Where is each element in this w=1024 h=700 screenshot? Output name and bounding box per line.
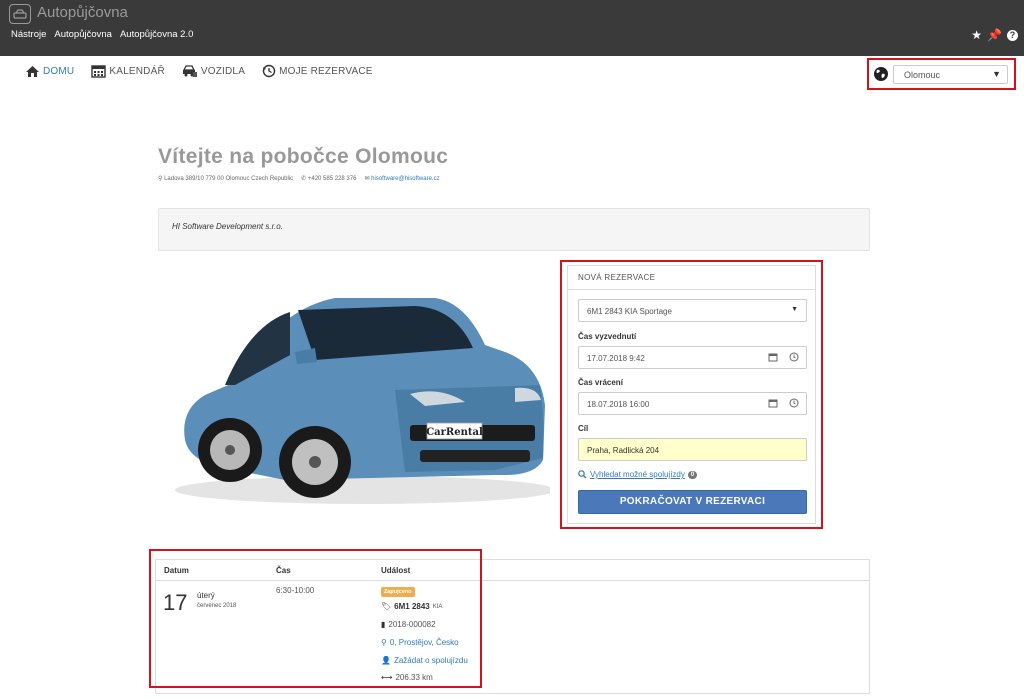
calendar-icon: [91, 65, 107, 78]
vehicle-select-value: 6M1 2843 KIA Sportage: [587, 307, 672, 316]
clock-icon[interactable]: [789, 398, 799, 408]
app-title: Autopůjčovna: [37, 4, 128, 21]
destination-value: Praha, Radlická 204: [587, 446, 660, 455]
rides-count-badge: 0: [687, 470, 698, 479]
events-highlight: [149, 549, 482, 688]
history-icon: [262, 64, 276, 78]
app-logo-icon: [9, 4, 31, 24]
vehicles-icon: [182, 65, 197, 77]
envelope-icon: ✉: [364, 176, 370, 182]
return-time-field[interactable]: 18.07.2018 16:00: [578, 392, 807, 415]
chevron-down-icon: ▼: [992, 69, 1001, 79]
phone-icon: ✆: [301, 176, 307, 182]
return-label: Čas vrácení: [578, 378, 623, 387]
nav-vehicles[interactable]: VOZIDLA: [182, 64, 245, 78]
menu-autopujcovna-2[interactable]: Autopůjčovna 2.0: [120, 29, 193, 40]
nav-vehicles-label: VOZIDLA: [200, 65, 246, 77]
phone-text: +420 585 228 376: [307, 176, 357, 182]
branch-selector-highlight: Olomouc ▼: [867, 58, 1016, 90]
return-time-value: 18.07.2018 16:00: [587, 400, 650, 409]
top-menu: Nástroje Autopůjčovna Autopůjčovna 2.0: [11, 29, 193, 40]
branch-select-value: Olomouc: [904, 70, 941, 80]
chevron-down-icon: ▼: [791, 306, 798, 313]
nav-home[interactable]: DOMU: [25, 64, 74, 78]
new-reservation-panel: NOVÁ REZERVACE 6M1 2843 KIA Sportage ▼ Č…: [567, 265, 816, 524]
nav-calendar[interactable]: KALENDÁŘ: [91, 64, 165, 78]
car-plate-text: CarRental: [426, 427, 483, 438]
star-icon[interactable]: ★: [971, 29, 982, 41]
address-text: Ladova 389/10 779 00 Olomouc Czech Repub…: [164, 176, 294, 182]
page-title: Vítejte na pobočce Olomouc: [158, 145, 449, 168]
menu-nastroje[interactable]: Nástroje: [11, 29, 46, 40]
email-link[interactable]: hisoftware@hisoftware.cz: [371, 176, 439, 182]
help-icon[interactable]: ?: [1007, 29, 1018, 41]
pin-icon[interactable]: 📌: [987, 29, 1002, 41]
pickup-time-field[interactable]: 17.07.2018 9:42: [578, 346, 807, 369]
phone-item: ✆ +420 585 228 376: [301, 175, 356, 182]
car-image: CarRental: [175, 298, 550, 504]
clock-icon[interactable]: [789, 352, 799, 362]
destination-field[interactable]: Praha, Radlická 204: [578, 438, 807, 461]
nav-calendar-label: KALENDÁŘ: [109, 65, 165, 77]
main-nav: DOMU KALENDÁŘ VOZIDLA MOJE REZERVACE: [25, 64, 373, 78]
search-rides-link[interactable]: Vyhledat možné spolujízdy 0: [578, 470, 698, 479]
nav-my-reservations-label: MOJE REZERVACE: [279, 65, 373, 77]
pickup-time-value: 17.07.2018 9:42: [587, 354, 645, 363]
destination-label: Cíl: [578, 424, 589, 433]
vehicle-select[interactable]: 6M1 2843 KIA Sportage ▼: [578, 299, 807, 322]
nav-my-reservations[interactable]: MOJE REZERVACE: [262, 64, 373, 78]
home-icon: [26, 65, 39, 77]
branch-contact: ⚲ Ladova 389/10 779 00 Olomouc Czech Rep…: [158, 175, 440, 182]
search-icon: [578, 470, 587, 479]
company-info-box: HI Software Development s.r.o.: [158, 208, 870, 251]
app-titlebar: Autopůjčovna Nástroje Autopůjčovna Autop…: [0, 0, 1024, 56]
calendar-icon[interactable]: [768, 352, 778, 362]
top-icons: ★ 📌 ?: [971, 29, 1018, 41]
globe-icon: [874, 67, 888, 81]
email-item: ✉ hisoftware@hisoftware.cz: [364, 175, 439, 182]
menu-autopujcovna[interactable]: Autopůjčovna: [54, 29, 112, 40]
pickup-label: Čas vyzvednutí: [578, 332, 637, 341]
reservation-header: NOVÁ REZERVACE: [568, 266, 815, 290]
address-item: ⚲ Ladova 389/10 779 00 Olomouc Czech Rep…: [158, 175, 293, 182]
calendar-icon[interactable]: [768, 398, 778, 408]
branch-select[interactable]: Olomouc ▼: [893, 65, 1008, 84]
company-name: HI Software Development s.r.o.: [172, 222, 283, 231]
continue-reservation-button[interactable]: POKRAČOVAT V REZERVACI: [578, 490, 807, 514]
nav-home-label: DOMU: [43, 65, 75, 77]
search-rides-label: Vyhledat možné spolujízdy: [590, 470, 685, 479]
map-marker-icon: ⚲: [158, 176, 163, 182]
